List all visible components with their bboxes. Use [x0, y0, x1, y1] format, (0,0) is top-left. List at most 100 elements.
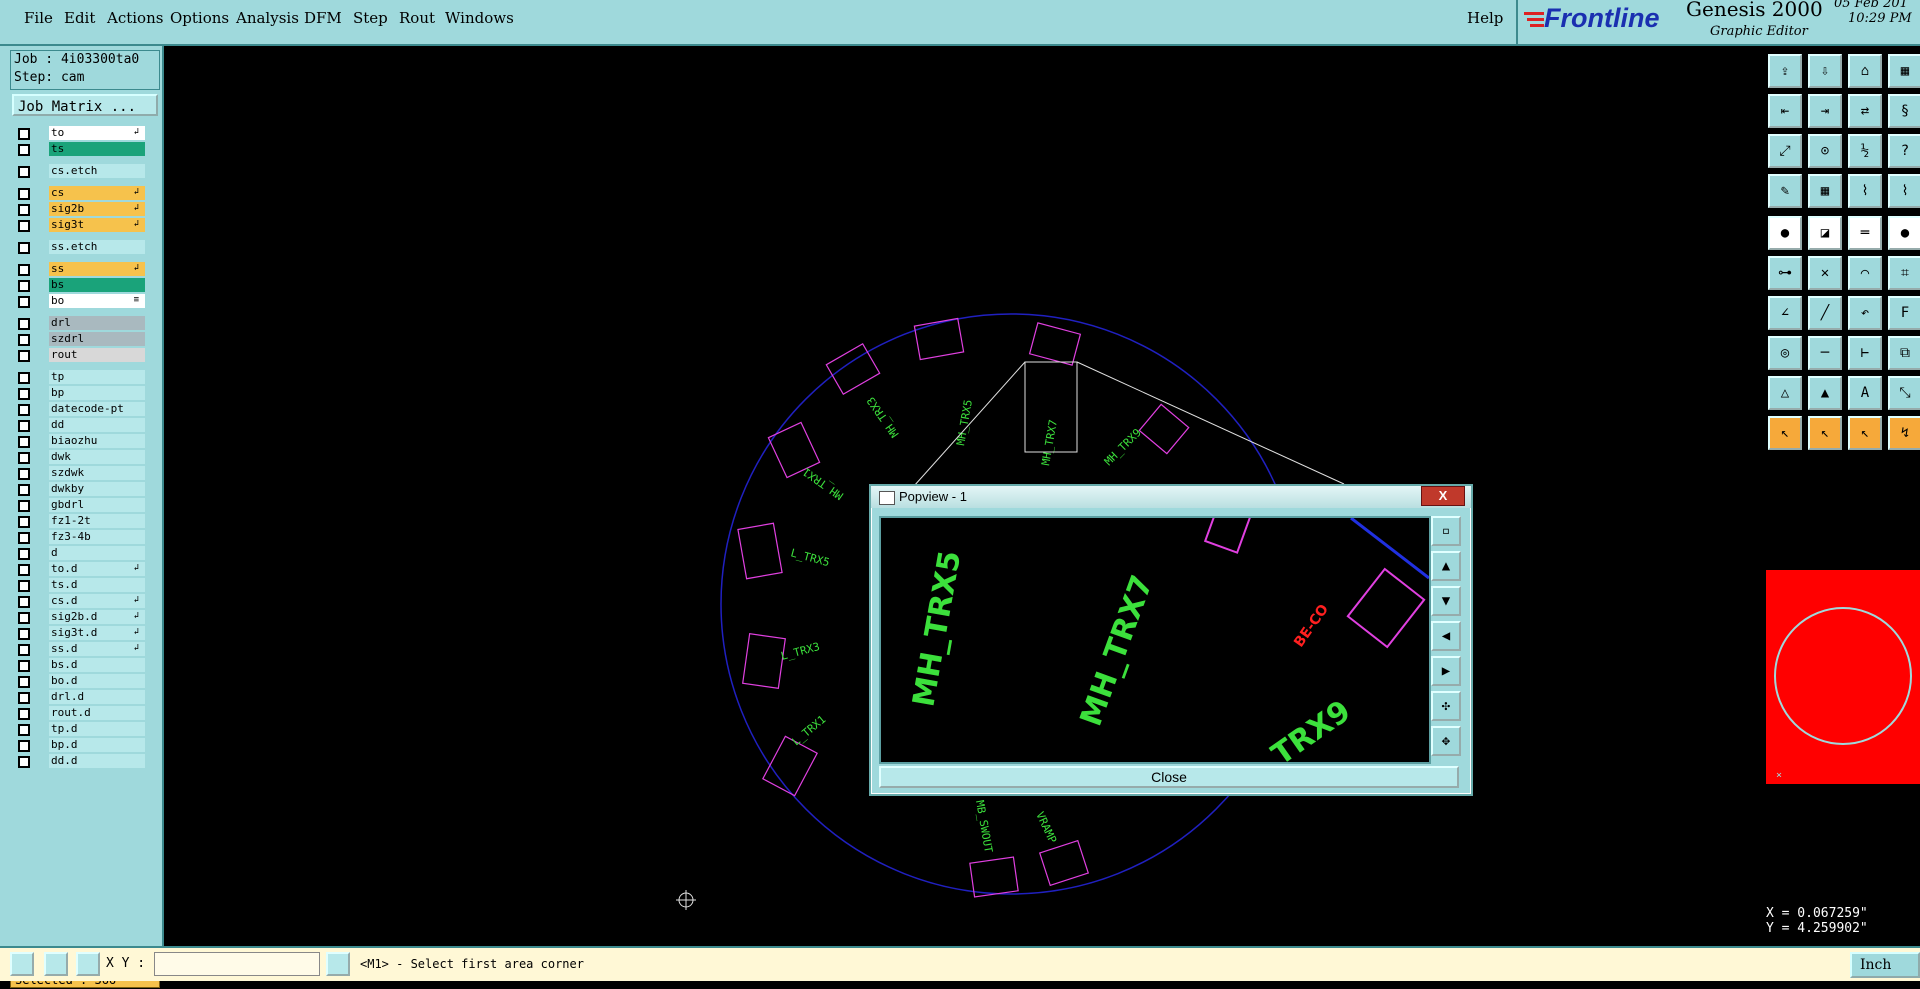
layer-name[interactable]: fz1-2t	[49, 514, 145, 528]
popview-titlebar[interactable]: Popview - 1 X	[871, 486, 1471, 508]
arc-icon[interactable]: ⌒	[1848, 256, 1882, 290]
layer-name[interactable]: sig2b	[49, 202, 145, 216]
layer-name[interactable]: dd	[49, 418, 145, 432]
layer-name[interactable]: ss.etch	[49, 240, 145, 254]
layer-row[interactable]: rout	[14, 348, 145, 363]
layer-name[interactable]: sig2b.d	[49, 610, 145, 624]
popview-viewport[interactable]: MH_TRX5 MH_TRX7 TRX9 BE-CO	[879, 516, 1431, 764]
layer-name[interactable]: ts.d	[49, 578, 145, 592]
net-icon[interactable]: ⌇	[1888, 174, 1920, 208]
layer-name[interactable]: d	[49, 546, 145, 560]
layer-checkbox[interactable]	[18, 692, 30, 704]
layer-checkbox[interactable]	[18, 516, 30, 528]
layer-name[interactable]: bs	[49, 278, 145, 292]
slash-icon[interactable]: ╱	[1808, 296, 1842, 330]
help-icon[interactable]: ?	[1888, 134, 1920, 168]
layer-row[interactable]: ts	[14, 142, 145, 157]
s-icon[interactable]: §	[1888, 94, 1920, 128]
ruler-icon[interactable]: ═	[1848, 216, 1882, 250]
layer-checkbox[interactable]	[18, 580, 30, 592]
layer-row[interactable]: tp	[14, 370, 145, 385]
scale-1-2-icon[interactable]: ½	[1848, 134, 1882, 168]
layer-row[interactable]: bp.d	[14, 738, 145, 753]
layer-row[interactable]: biaozhu	[14, 434, 145, 449]
menu-step[interactable]: Step	[353, 9, 388, 27]
layer-name[interactable]: bo	[49, 294, 145, 308]
layer-row[interactable]: datecode-pt	[14, 402, 145, 417]
layer-checkbox[interactable]	[18, 372, 30, 384]
overview-preview[interactable]: ×	[1766, 570, 1920, 784]
pointer-icon[interactable]: ↖	[1768, 416, 1802, 450]
dot-icon[interactable]: ●	[1888, 216, 1920, 250]
layer-checkbox[interactable]	[18, 204, 30, 216]
layer-checkbox[interactable]	[18, 500, 30, 512]
dimension-icon[interactable]: ⊢	[1848, 336, 1882, 370]
layer-name[interactable]: cs.d	[49, 594, 145, 608]
layer-checkbox[interactable]	[18, 660, 30, 672]
layer-checkbox[interactable]	[18, 188, 30, 200]
split-icon[interactable]: ↯	[1888, 416, 1920, 450]
zoom-area-icon[interactable]: ▫	[1431, 516, 1461, 546]
menu-analysis[interactable]: Analysis	[236, 9, 299, 27]
angle-icon[interactable]: ∠	[1768, 296, 1802, 330]
unit-selector[interactable]: Inch	[1850, 952, 1920, 978]
layer-checkbox[interactable]	[18, 144, 30, 156]
layer-checkbox[interactable]	[18, 740, 30, 752]
zoom-reset-icon[interactable]: ✥	[1431, 726, 1461, 756]
layer-name[interactable]: cs	[49, 186, 145, 200]
pad-icon[interactable]: ●	[1768, 216, 1802, 250]
scale-icon[interactable]: ⤡	[1888, 376, 1920, 410]
layer-row[interactable]: bs.d	[14, 658, 145, 673]
layer-name[interactable]: bp	[49, 386, 145, 400]
menu-dfm[interactable]: DFM	[304, 9, 342, 27]
layer-checkbox[interactable]	[18, 280, 30, 292]
info-icon[interactable]	[326, 952, 350, 976]
layer-row[interactable]: dd	[14, 418, 145, 433]
pan-right-icon[interactable]: ▶	[1431, 656, 1461, 686]
close-icon[interactable]: X	[1421, 486, 1465, 506]
layer-checkbox[interactable]	[18, 452, 30, 464]
layer-checkbox[interactable]	[18, 350, 30, 362]
layer-checkbox[interactable]	[18, 296, 30, 308]
menu-windows[interactable]: Windows	[445, 9, 514, 27]
grid-mode-icon[interactable]	[76, 952, 100, 976]
layer-checkbox[interactable]	[18, 166, 30, 178]
layer-name[interactable]: rout.d	[49, 706, 145, 720]
grid-icon[interactable]: ▦	[1808, 174, 1842, 208]
layer-row[interactable]: szdwk	[14, 466, 145, 481]
layer-name[interactable]: dd.d	[49, 754, 145, 768]
layer-row[interactable]: cs ↲	[14, 186, 145, 201]
layer-checkbox[interactable]	[18, 404, 30, 416]
layer-checkbox[interactable]	[18, 644, 30, 656]
layer-name[interactable]: biaozhu	[49, 434, 145, 448]
layer-checkbox[interactable]	[18, 596, 30, 608]
layer-name[interactable]: cs.etch	[49, 164, 145, 178]
layer-row[interactable]: cs.etch	[14, 164, 145, 179]
line-icon[interactable]: ◪	[1808, 216, 1842, 250]
cross-icon[interactable]: ✕	[1808, 256, 1842, 290]
layer-row[interactable]: fz3-4b	[14, 530, 145, 545]
zoom-fit-icon[interactable]: ✣	[1431, 691, 1461, 721]
left-icon[interactable]: ⇤	[1768, 94, 1802, 128]
hline-icon[interactable]: ─	[1808, 336, 1842, 370]
menu-edit[interactable]: Edit	[64, 9, 95, 27]
layer-checkbox[interactable]	[18, 420, 30, 432]
layer-row[interactable]: gbdrl	[14, 498, 145, 513]
double-icon[interactable]: ⇄	[1848, 94, 1882, 128]
layer-name[interactable]: drl.d	[49, 690, 145, 704]
layer-row[interactable]: cs.d ↲	[14, 594, 145, 609]
layer-name[interactable]: bs.d	[49, 658, 145, 672]
menu-help[interactable]: Help	[1467, 9, 1503, 27]
layer-row[interactable]: sig3t.d ↲	[14, 626, 145, 641]
layer-name[interactable]: ss.d	[49, 642, 145, 656]
pan-left-icon[interactable]: ◀	[1431, 621, 1461, 651]
layer-row[interactable]: fz1-2t	[14, 514, 145, 529]
layer-row[interactable]: rout.d	[14, 706, 145, 721]
layer-row[interactable]: sig3t ↲	[14, 218, 145, 233]
layer-row[interactable]: dd.d	[14, 754, 145, 769]
layer-row[interactable]: to.d ↲	[14, 562, 145, 577]
triangle-icon[interactable]: △	[1768, 376, 1802, 410]
layer-checkbox[interactable]	[18, 612, 30, 624]
layer-name[interactable]: dwk	[49, 450, 145, 464]
measure-icon[interactable]: ✎	[1768, 174, 1802, 208]
